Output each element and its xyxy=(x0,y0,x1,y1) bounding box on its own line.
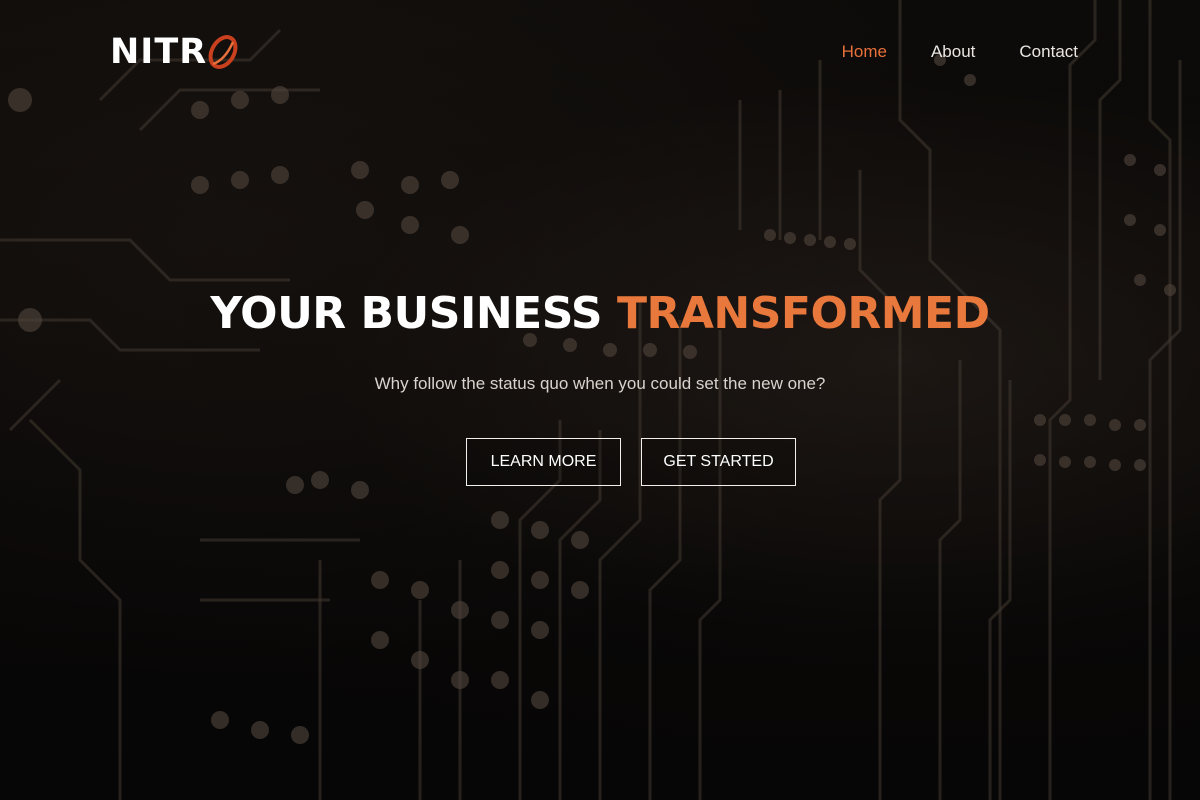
nav-home-link[interactable]: Home xyxy=(842,40,887,64)
top-nav: NITR Home About Contact xyxy=(0,0,1200,104)
hero-subtitle: Why follow the status quo when you could… xyxy=(374,374,826,393)
hero-section: NITR Home About Contact YOUR BUSINESS TR… xyxy=(0,0,1200,800)
logo-text: NITR xyxy=(110,32,208,72)
headline-accent-part: TRANSFORMED xyxy=(616,288,990,339)
nav-contact-link[interactable]: Contact xyxy=(1019,40,1078,64)
logo-ring-icon xyxy=(208,35,238,69)
dark-overlay xyxy=(0,0,1200,800)
get-started-button[interactable]: GET STARTED xyxy=(641,438,796,486)
main-menu: Home About Contact xyxy=(842,40,1078,64)
nav-about-link[interactable]: About xyxy=(931,40,975,64)
headline-white-part: YOUR BUSINESS xyxy=(210,288,617,339)
hero-headline: YOUR BUSINESS TRANSFORMED xyxy=(0,286,1200,342)
learn-more-button[interactable]: LEARN MORE xyxy=(466,438,621,486)
brand-logo[interactable]: NITR xyxy=(110,30,243,74)
hero-buttons: LEARN MORE GET STARTED xyxy=(466,438,796,486)
